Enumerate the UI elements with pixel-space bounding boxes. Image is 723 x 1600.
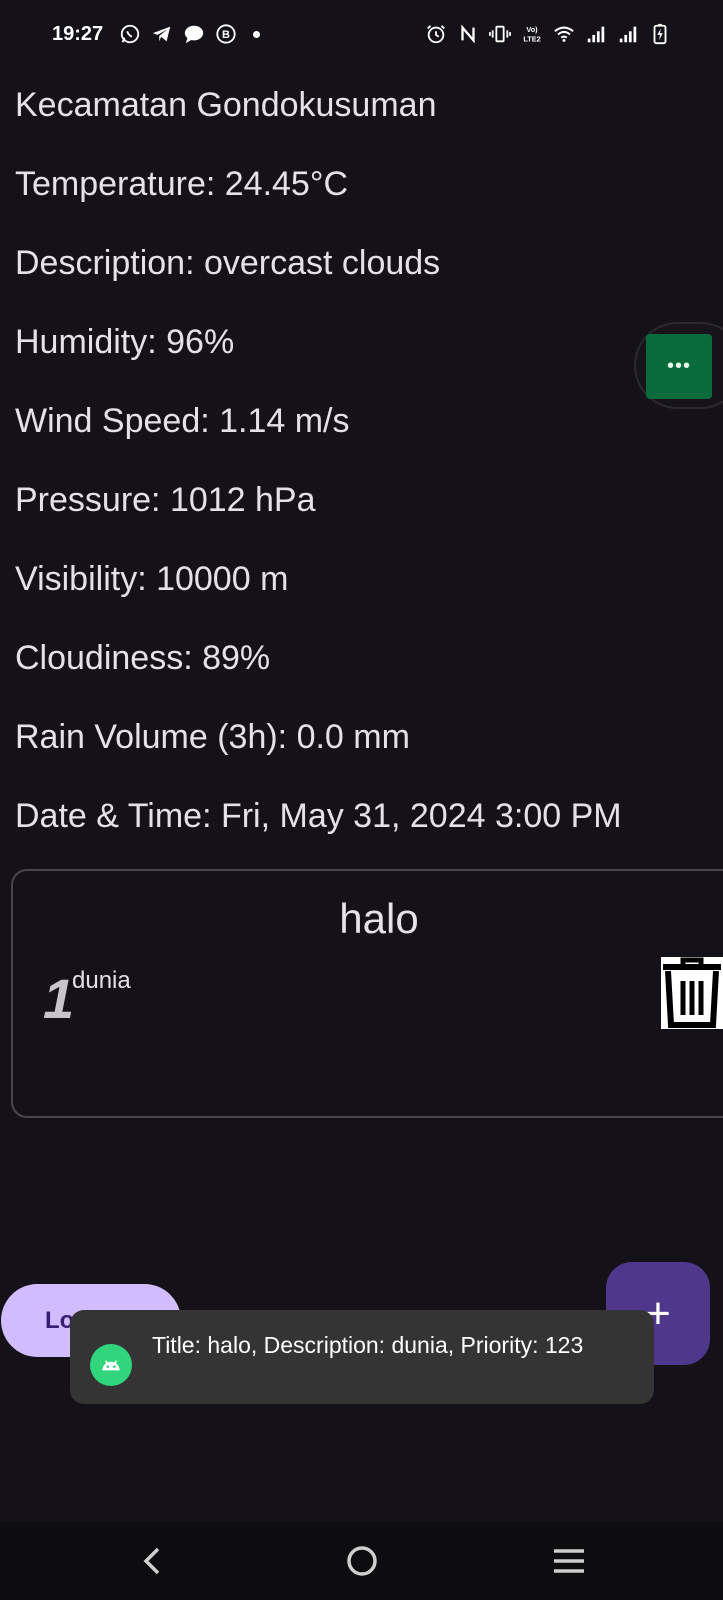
weather-wind-speed: Wind Speed: 1.14 m/s (15, 402, 350, 440)
android-icon (90, 1344, 132, 1386)
note-card[interactable]: halo 1 dunia (11, 869, 723, 1118)
status-bar: 19:27 B Vo) LTE2 (0, 0, 723, 68)
signal-icon (585, 23, 607, 45)
weather-rain-volume: Rain Volume (3h): 0.0 mm (15, 718, 410, 756)
status-time: 19:27 (52, 22, 104, 45)
wifi-icon (553, 23, 575, 45)
notification-dot (253, 30, 261, 38)
navigation-bar (0, 1522, 723, 1600)
weather-visibility: Visibility: 10000 m (15, 560, 289, 598)
weather-info: Kecamatan Gondokusuman Temperature: 24.4… (15, 83, 705, 873)
battery-charging-icon (649, 23, 671, 45)
volte-icon: Vo) LTE2 (521, 23, 543, 45)
whatsapp-icon (119, 23, 141, 45)
note-title: halo (339, 895, 419, 942)
note-description: dunia (72, 967, 131, 994)
menu-lines-icon[interactable] (544, 1536, 594, 1586)
b-circle-icon: B (215, 23, 237, 45)
nfc-icon (457, 23, 479, 45)
more-dots-icon[interactable]: ••• (646, 334, 712, 399)
signal-icon (617, 23, 639, 45)
weather-date-time: Date & Time: Fri, May 31, 2024 3:00 PM (15, 797, 622, 835)
weather-humidity: Humidity: 96% (15, 323, 235, 361)
weather-temperature: Temperature: 24.45°C (15, 165, 348, 203)
svg-text:B: B (222, 29, 230, 41)
vibrate-icon (489, 23, 511, 45)
toast-text: Title: halo, Description: dunia, Priorit… (152, 1332, 584, 1358)
chat-bubble-icon (183, 23, 205, 45)
svg-text:Vo): Vo) (526, 25, 538, 34)
weather-location: Kecamatan Gondokusuman (15, 86, 437, 124)
svg-text:LTE2: LTE2 (523, 34, 540, 43)
alarm-icon (425, 23, 447, 45)
back-chevron-icon[interactable] (128, 1536, 178, 1586)
weather-description: Description: overcast clouds (15, 244, 441, 282)
weather-pressure: Pressure: 1012 hPa (15, 481, 316, 519)
status-left: 19:27 B (52, 22, 261, 46)
home-circle-icon[interactable] (337, 1536, 387, 1586)
toast-message: Title: halo, Description: dunia, Priorit… (70, 1310, 654, 1404)
floating-bubble[interactable]: ••• (634, 322, 723, 409)
weather-cloudiness: Cloudiness: 89% (15, 639, 271, 677)
telegram-icon (151, 23, 173, 45)
status-right: Vo) LTE2 (425, 23, 671, 45)
note-priority: 1 (43, 967, 75, 1030)
trash-icon[interactable] (661, 957, 723, 1029)
